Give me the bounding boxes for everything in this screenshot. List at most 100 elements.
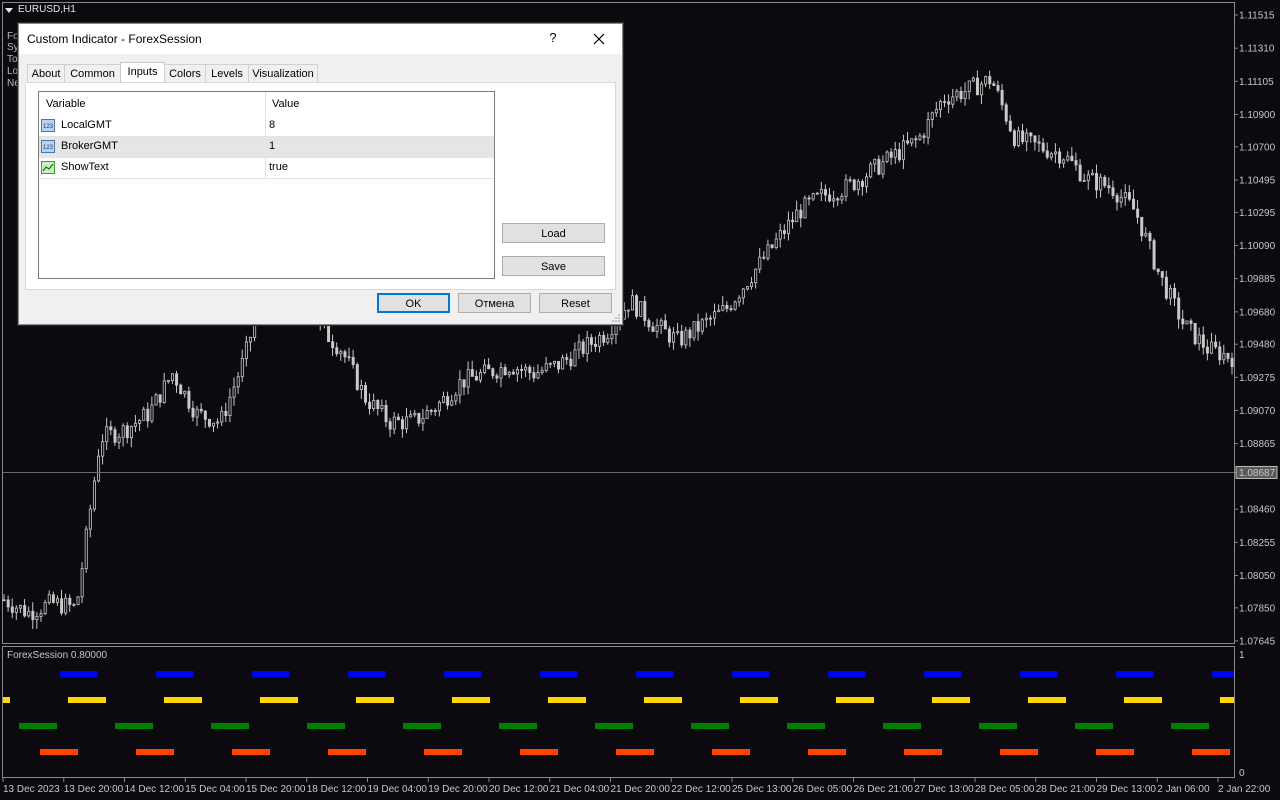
candle-body xyxy=(750,282,754,288)
candle-body xyxy=(647,320,651,328)
tab-inputs[interactable]: Inputs xyxy=(120,62,165,84)
tab-colors[interactable]: Colors xyxy=(164,64,206,83)
tab-common[interactable]: Common xyxy=(64,64,121,83)
candle-body xyxy=(232,386,236,398)
candle-body xyxy=(1029,132,1033,137)
candle-body xyxy=(651,326,655,332)
candle-body xyxy=(848,179,852,182)
candle-body xyxy=(1230,357,1234,367)
column-header-value[interactable]: Value xyxy=(272,98,299,110)
candle-body xyxy=(442,396,446,403)
close-button[interactable] xyxy=(587,28,611,50)
table-row[interactable]: 123 LocalGMT 8 xyxy=(39,116,494,137)
chart-info-line: To xyxy=(7,54,18,65)
chart-menu-arrow-icon[interactable] xyxy=(5,8,13,13)
candle-body xyxy=(142,408,146,421)
session-bar xyxy=(19,723,57,729)
candle-body xyxy=(84,528,88,570)
candle-body xyxy=(35,616,39,620)
candle-body xyxy=(745,286,749,290)
reset-button[interactable]: Reset xyxy=(539,293,612,313)
table-row[interactable]: ShowText true xyxy=(39,158,494,179)
param-value[interactable]: 1 xyxy=(269,140,275,152)
candle-body xyxy=(655,325,659,332)
candle-body xyxy=(240,358,244,378)
candle-body xyxy=(980,83,984,96)
candle-body xyxy=(60,598,64,614)
candle-body xyxy=(1164,276,1168,299)
close-icon xyxy=(593,33,605,45)
session-bar xyxy=(424,749,462,755)
candle-body xyxy=(557,360,561,370)
candle-body xyxy=(454,394,458,402)
save-button[interactable]: Save xyxy=(502,256,605,276)
candle-body xyxy=(27,610,31,617)
time-tick-label: 20 Dec 12:00 xyxy=(489,784,549,795)
candle-body xyxy=(158,394,162,403)
candle-body xyxy=(544,363,548,371)
load-button[interactable]: Load xyxy=(502,223,605,243)
candle-body xyxy=(684,329,688,346)
cancel-button[interactable]: Отмена xyxy=(458,293,531,313)
column-separator[interactable] xyxy=(265,92,266,115)
time-tick-label: 14 Dec 12:00 xyxy=(125,784,185,795)
session-bar xyxy=(307,723,345,729)
resize-grip-icon[interactable] xyxy=(612,314,620,322)
candle-body xyxy=(68,597,72,605)
session-bar xyxy=(691,723,729,729)
candle-body xyxy=(963,91,967,100)
session-bar xyxy=(403,723,441,729)
candle-body xyxy=(1181,318,1185,325)
candle-body xyxy=(819,189,823,194)
candle-body xyxy=(179,384,183,395)
candle-body xyxy=(536,372,540,379)
ok-button[interactable]: OK xyxy=(377,293,450,313)
session-bar xyxy=(1212,671,1234,677)
candle-body xyxy=(889,151,893,158)
help-button[interactable]: ? xyxy=(546,30,560,45)
session-bar xyxy=(828,671,866,677)
candle-body xyxy=(778,230,782,240)
param-name: ShowText xyxy=(61,161,109,173)
candle-body xyxy=(741,288,745,299)
int-param-icon: 123 xyxy=(41,140,55,153)
candle-body xyxy=(409,414,413,418)
candle-body xyxy=(667,328,671,343)
candle-body xyxy=(770,244,774,248)
candle-body xyxy=(236,376,240,388)
time-tick-label: 26 Dec 05:00 xyxy=(793,784,853,795)
table-row[interactable]: 123 BrokerGMT 1 xyxy=(39,137,494,158)
candle-body xyxy=(988,76,992,85)
candle-body xyxy=(1111,187,1115,196)
candle-body xyxy=(166,380,170,382)
session-bar xyxy=(540,671,578,677)
candle-body xyxy=(228,396,232,416)
candle-body xyxy=(1127,192,1131,200)
price-tick-label: 1.11515 xyxy=(1239,11,1275,22)
candle-body xyxy=(1177,297,1181,320)
time-tick-label: 27 Dec 13:00 xyxy=(914,784,974,795)
candle-body xyxy=(622,310,626,320)
column-header-variable[interactable]: Variable xyxy=(46,98,86,110)
session-bar xyxy=(60,671,98,677)
price-tick-label: 1.09680 xyxy=(1239,307,1276,318)
chart-info-line: Fo xyxy=(7,31,19,42)
session-bar xyxy=(444,671,482,677)
candle-body xyxy=(852,179,856,190)
param-value[interactable]: true xyxy=(269,161,288,173)
dialog-title: Custom Indicator - ForexSession xyxy=(27,32,202,46)
candle-body xyxy=(388,421,392,430)
candle-body xyxy=(458,379,462,396)
tab-visualization[interactable]: Visualization xyxy=(248,64,318,83)
dialog-title-bar[interactable]: Custom Indicator - ForexSession ? xyxy=(19,24,622,54)
param-value[interactable]: 8 xyxy=(269,119,275,131)
candle-body xyxy=(581,341,585,354)
candle-body xyxy=(207,418,211,427)
candle-body xyxy=(975,77,979,96)
time-tick-label: 25 Dec 13:00 xyxy=(732,784,792,795)
tab-levels[interactable]: Levels xyxy=(205,64,249,83)
candle-body xyxy=(495,375,499,379)
tab-about[interactable]: About xyxy=(27,64,65,83)
session-bar xyxy=(904,749,942,755)
subwindow-scale-top: 1 xyxy=(1239,650,1245,661)
